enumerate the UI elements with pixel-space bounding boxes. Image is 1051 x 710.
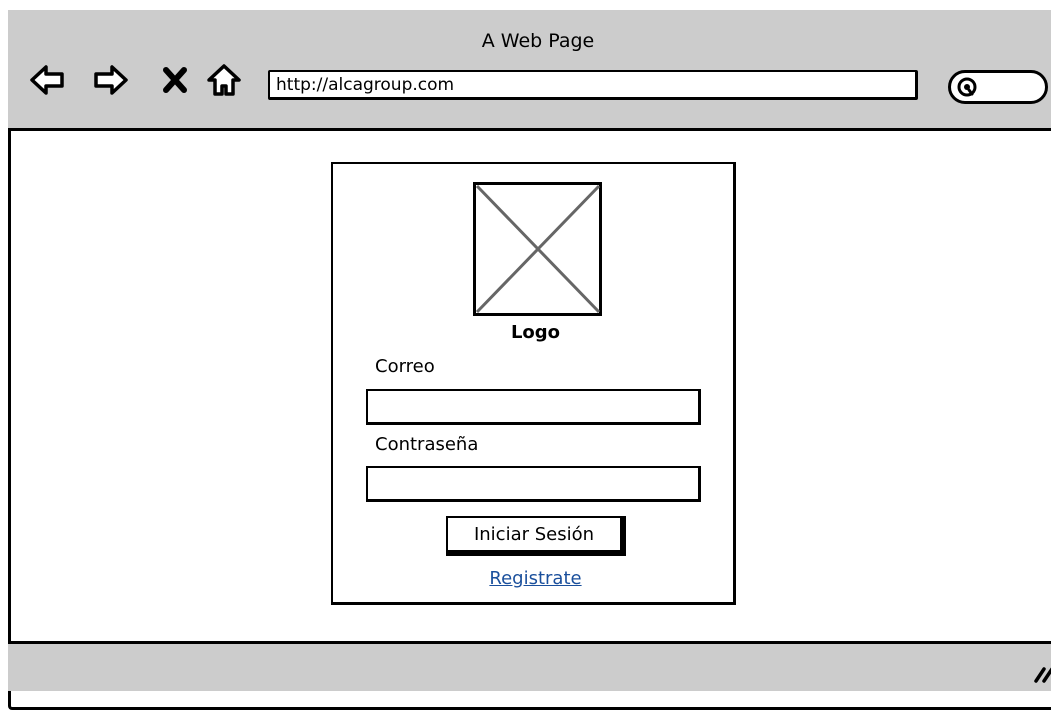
home-icon — [207, 64, 241, 96]
close-icon — [163, 67, 187, 93]
password-label: Contraseña — [375, 434, 479, 455]
image-placeholder-icon — [473, 182, 602, 316]
search-icon — [957, 77, 977, 97]
login-button[interactable]: Iniciar Sesión — [446, 516, 626, 556]
logo-caption: Logo — [510, 322, 561, 343]
email-field[interactable] — [366, 389, 701, 425]
browser-search-field[interactable] — [948, 70, 1048, 104]
home-button[interactable] — [204, 60, 244, 100]
status-bar — [8, 641, 1051, 691]
register-link[interactable]: Registrate — [333, 568, 738, 589]
back-button[interactable] — [28, 60, 68, 100]
stop-button[interactable] — [158, 60, 192, 100]
logo-placeholder-image — [473, 182, 603, 317]
browser-toolbar: A Web Page http://alcagroup.com — [8, 10, 1051, 131]
resize-grip-icon[interactable] — [1032, 661, 1051, 683]
back-arrow-icon — [30, 65, 64, 95]
forward-button[interactable] — [90, 60, 130, 100]
login-form: Logo Correo Contraseña Iniciar Sesión Re… — [331, 162, 736, 605]
forward-arrow-icon — [94, 65, 128, 95]
password-field[interactable] — [366, 466, 701, 502]
address-bar[interactable]: http://alcagroup.com — [268, 70, 918, 100]
email-label: Correo — [375, 356, 435, 377]
window-title: A Web Page — [481, 30, 595, 52]
